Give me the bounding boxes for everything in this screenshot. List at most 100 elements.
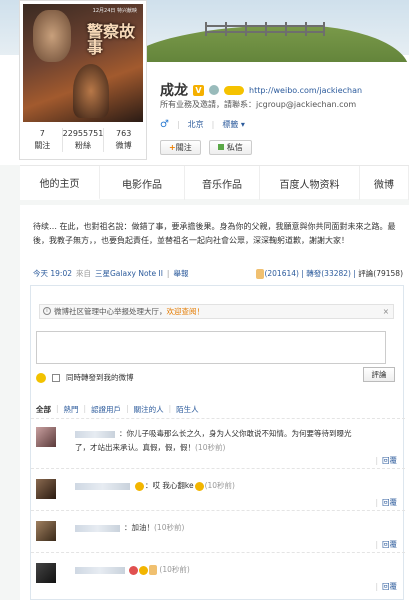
meta-sep: |: [166, 269, 170, 278]
reply-label: 回覆: [382, 498, 397, 507]
source-prefix: 來自: [76, 269, 91, 278]
username-redacted[interactable]: [75, 566, 125, 574]
avatar[interactable]: [36, 479, 56, 499]
thumb-emoji-icon: [149, 565, 157, 575]
flower-emoji-icon: [129, 565, 138, 575]
reply-label: 回覆: [382, 582, 397, 591]
reply-label: 回覆: [382, 540, 397, 549]
username-redacted[interactable]: [75, 524, 120, 532]
poster-title: 警察故事: [87, 22, 136, 57]
report-link[interactable]: 舉報: [173, 269, 188, 278]
stat-fans[interactable]: 22955751 粉絲: [61, 128, 103, 152]
filter-all[interactable]: 全部: [36, 404, 51, 415]
smile-icon[interactable]: [36, 372, 46, 383]
tag-link[interactable]: 標籤 ▾: [222, 119, 245, 130]
profile-stats: 7 關注 22955751 粉絲 763 微博: [23, 128, 143, 152]
profile-url-link[interactable]: http://weibo.com/jackiechan: [249, 86, 362, 95]
comment-options: 同時轉發到我的微博: [36, 372, 386, 383]
comment-text: ：你儿子吸毒那么长之久，身为人父你敢说不知情。为何要等待到曝光了，才站出来承认。…: [75, 427, 365, 455]
notice-text: 微博社区管理中心举报处理大厅，: [54, 307, 167, 316]
repost-link[interactable]: 轉發(33282): [306, 269, 351, 278]
filter-hot[interactable]: 熱門: [64, 404, 79, 415]
comment-text: ：加油！(10秒前): [75, 521, 365, 535]
list-item: (10秒前) | 回覆: [31, 552, 405, 594]
post-meta: 今天 19:02 來自 三星Galaxy Note II | 舉報 (201614) |…: [33, 268, 403, 279]
action-sep: |: [353, 269, 356, 278]
follow-label: 關注: [175, 143, 192, 152]
follow-button[interactable]: +關注: [160, 140, 201, 155]
stat-label: 微博: [115, 141, 132, 150]
avatar[interactable]: [36, 427, 56, 447]
comment-time: (10秒前): [159, 565, 190, 574]
avatar-card: 12月24日 特兴献映 警察故事 7 關注 22955751 粉絲 763 微博: [19, 0, 147, 160]
member-icon[interactable]: [209, 85, 219, 95]
filter-strangers[interactable]: 陌生人: [176, 404, 199, 415]
comment-time: (10秒前): [204, 481, 235, 490]
repost-label: 同時轉發到我的微博: [66, 373, 134, 382]
tab-weibo[interactable]: 微博: [360, 166, 409, 200]
avatar[interactable]: [36, 521, 56, 541]
stat-posts[interactable]: 763 微博: [103, 128, 143, 152]
profile-name-row: 成龙 V http://weibo.com/jackiechan: [160, 80, 362, 100]
notice-link[interactable]: 欢迎查阅！: [167, 307, 205, 316]
comment-link[interactable]: 評論(79158): [358, 269, 403, 278]
filter-verified[interactable]: 認證用戶: [91, 404, 121, 415]
comment-text: ：哎 我心翻ke (10秒前): [75, 479, 365, 493]
comment-time: (10秒前): [154, 523, 185, 532]
username-redacted[interactable]: [75, 482, 130, 490]
like-count: (201614): [264, 269, 299, 278]
tab-baidu-profile[interactable]: 百度人物资料: [260, 166, 360, 200]
main-panel: 待续… 在此，也對祖名說：做錯了事，要承擔後果。身為你的父親，我願意與你共同面對…: [20, 205, 409, 600]
username-redacted[interactable]: [75, 430, 115, 438]
message-button[interactable]: 私信: [208, 140, 252, 155]
comment-list: ：你儿子吸毒那么长之久，身为人父你敢说不知情。为何要等待到曝光了，才站出来承认。…: [31, 418, 405, 594]
avatar[interactable]: 12月24日 特兴献映 警察故事: [23, 4, 143, 122]
like-button[interactable]: (201614): [256, 269, 299, 279]
list-item: ：哎 我心翻ke (10秒前) | 回覆: [31, 468, 405, 510]
tab-home[interactable]: 他的主页: [20, 166, 100, 200]
stat-label: 關注: [34, 141, 51, 150]
emoji-icon: [139, 565, 148, 575]
tab-music[interactable]: 音乐作品: [185, 166, 260, 200]
reply-link[interactable]: | 回覆: [375, 497, 397, 508]
profile-tabs: 他的主页 电影作品 音乐作品 百度人物资料 微博: [20, 165, 409, 200]
vip-level-icon[interactable]: [224, 85, 244, 95]
post-source: 今天 19:02 來自 三星Galaxy Note II | 舉報: [33, 268, 192, 279]
message-label: 私信: [226, 143, 243, 152]
reply-link[interactable]: | 回覆: [375, 539, 397, 550]
mail-icon: [217, 144, 224, 150]
comment-body: ：加油！: [124, 523, 154, 532]
post-device[interactable]: 三星Galaxy Note II: [95, 269, 163, 278]
comment-filters: 全部 | 熱門 | 認證用戶 | 關注的人 | 陌生人: [36, 404, 199, 415]
avatar[interactable]: [36, 563, 56, 583]
meta-sep: |: [211, 120, 215, 129]
profile-meta: ♂ | 北京 | 標籤 ▾: [160, 119, 245, 130]
action-sep: |: [301, 269, 304, 278]
profile-name: 成龙: [160, 83, 188, 99]
post-actions: (201614) | 轉發(33282) | 評論(79158): [256, 268, 403, 279]
tab-movies[interactable]: 电影作品: [100, 166, 185, 200]
profile-actions: +關注 私信: [160, 140, 252, 155]
list-item: ：你儿子吸毒那么长之久，身为人父你敢说不知情。为何要等待到曝光了，才站出来承认。…: [31, 418, 405, 468]
repost-checkbox[interactable]: [52, 373, 60, 382]
reply-link[interactable]: | 回覆: [375, 581, 397, 592]
stat-value: 7: [39, 129, 45, 138]
filter-following[interactable]: 關注的人: [134, 404, 164, 415]
comment-body: ：哎 我心翻ke: [145, 481, 194, 490]
reply-label: 回覆: [382, 456, 397, 465]
stat-following[interactable]: 7 關注: [23, 128, 62, 152]
list-item: ：加油！(10秒前) | 回覆: [31, 510, 405, 552]
submit-comment-button[interactable]: 評論: [363, 367, 395, 382]
close-icon[interactable]: ×: [383, 305, 389, 318]
location-link[interactable]: 北京: [188, 119, 204, 130]
post-text: 待续… 在此，也對祖名說：做錯了事，要承擔後果。身為你的父親，我願意與你共同面對…: [33, 222, 396, 245]
post-time[interactable]: 今天 19:02: [33, 269, 72, 278]
reply-link[interactable]: | 回覆: [375, 455, 397, 466]
vip-v-icon[interactable]: V: [193, 84, 204, 96]
emoji-icon: [135, 481, 144, 491]
banner-fence: [205, 22, 325, 36]
stat-value: 763: [116, 129, 132, 138]
comment-input[interactable]: [36, 331, 386, 364]
reply-sep: |: [375, 582, 378, 591]
filter-sep: |: [56, 404, 59, 413]
